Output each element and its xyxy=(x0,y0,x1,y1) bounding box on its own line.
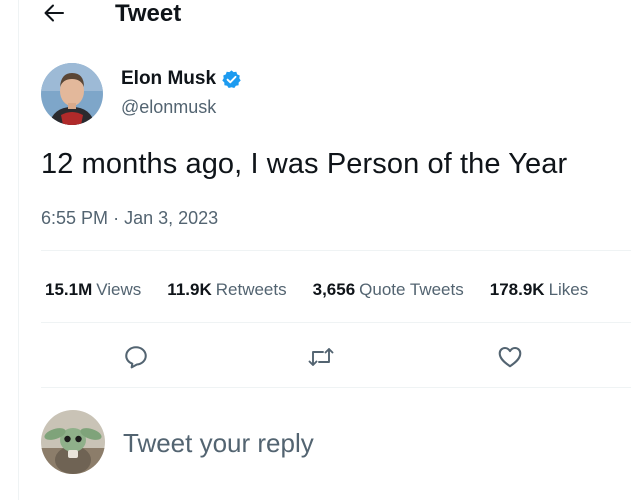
tweet-actions xyxy=(19,340,631,374)
stat-value: 11.9K xyxy=(167,280,212,299)
verified-badge-icon xyxy=(222,69,241,88)
stat-label: Retweets xyxy=(215,280,287,299)
divider xyxy=(41,322,631,323)
tweet-timestamp: 6:55 PM · Jan 3, 2023 xyxy=(41,208,218,229)
stat-quote-tweets[interactable]: 3,656 Quote Tweets xyxy=(313,280,464,300)
page-title: Tweet xyxy=(115,0,182,27)
retweet-button[interactable] xyxy=(304,340,338,374)
reply-button[interactable] xyxy=(119,340,153,374)
reply-input[interactable] xyxy=(123,428,603,459)
arrow-left-icon xyxy=(44,4,64,22)
retweet-icon xyxy=(308,348,334,366)
heart-icon xyxy=(498,346,522,368)
author-name[interactable]: Elon Musk xyxy=(121,68,216,90)
stat-label: Likes xyxy=(548,280,589,299)
current-user-avatar-image xyxy=(41,410,105,474)
author-name-row: Elon Musk xyxy=(121,68,242,90)
author-avatar[interactable] xyxy=(41,63,103,125)
tweet-date[interactable]: Jan 3, 2023 xyxy=(124,208,218,228)
tweet-time[interactable]: 6:55 PM xyxy=(41,208,108,228)
stat-retweets[interactable]: 11.9K Retweets xyxy=(167,280,286,300)
page-header: Tweet xyxy=(19,0,631,30)
author-handle[interactable]: @elonmusk xyxy=(121,97,216,118)
meta-separator: · xyxy=(113,208,120,228)
stat-value: 178.9K xyxy=(489,280,545,299)
back-button[interactable] xyxy=(41,1,67,25)
reply-bubble-icon xyxy=(125,346,147,369)
current-user-avatar[interactable] xyxy=(41,410,105,474)
like-button[interactable] xyxy=(493,340,527,374)
stat-value: 15.1M xyxy=(45,280,93,299)
stat-label: Quote Tweets xyxy=(359,280,464,299)
stat-label: Views xyxy=(96,280,142,299)
stat-views[interactable]: 15.1M Views xyxy=(45,280,141,300)
author-avatar-image xyxy=(41,63,103,125)
divider xyxy=(41,250,631,251)
divider xyxy=(41,387,631,388)
stat-likes[interactable]: 178.9K Likes xyxy=(490,280,589,300)
tweet-stats: 15.1M Views 11.9K Retweets 3,656 Quote Twee… xyxy=(45,280,614,300)
tweet-text: 12 months ago, I was Person of the Year xyxy=(41,148,568,180)
stat-value: 3,656 xyxy=(312,280,356,299)
tweet-detail-panel: Tweet Elon Musk @elonmusk 12 months ago,… xyxy=(18,0,631,500)
